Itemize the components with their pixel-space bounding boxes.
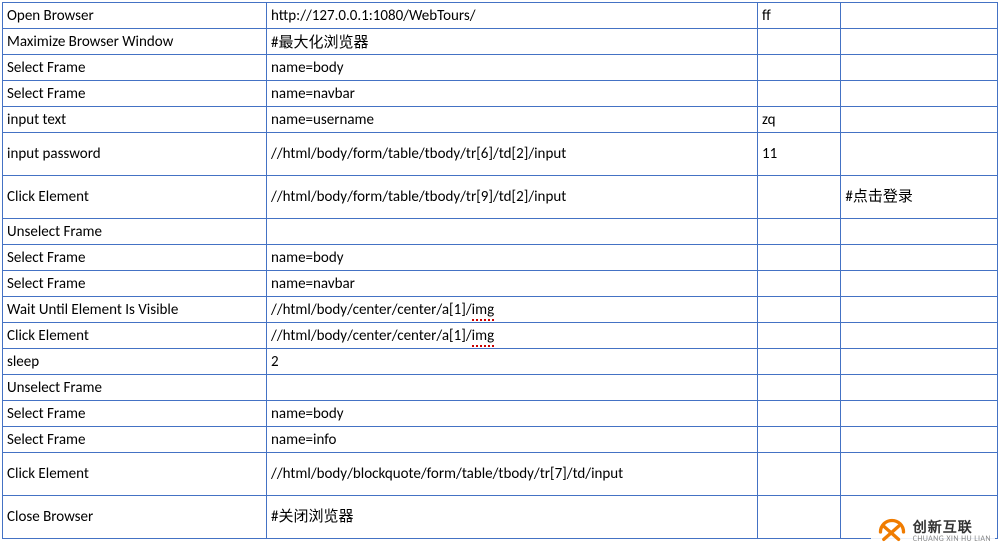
cell-col3 — [758, 349, 841, 375]
cell-col1: Open Browser — [3, 3, 267, 29]
table-row: Click Element//html/body/blockquote/form… — [3, 453, 998, 496]
cell-col4 — [841, 3, 998, 29]
table-row: Close Browser#关闭浏览器 — [3, 496, 998, 539]
cell-col1: Click Element — [3, 176, 267, 219]
cell-col2: //html/body/form/table/tbody/tr[9]/td[2]… — [267, 176, 758, 219]
cell-col1: Select Frame — [3, 81, 267, 107]
spellcheck-underline: img — [472, 327, 495, 347]
cell-col2: 2 — [267, 349, 758, 375]
cell-col3 — [758, 496, 841, 539]
cell-col3 — [758, 271, 841, 297]
watermark-logo: 创新互联 CHUANG XIN HU LIAN — [871, 516, 995, 548]
cell-col2: //html/body/center/center/a[1]/img — [267, 323, 758, 349]
cell-col2: //html/body/form/table/tbody/tr[6]/td[2]… — [267, 133, 758, 176]
cell-col4 — [841, 271, 998, 297]
cell-col2: name=info — [267, 427, 758, 453]
cell-col3 — [758, 81, 841, 107]
cell-col1: input password — [3, 133, 267, 176]
cell-col4 — [841, 219, 998, 245]
cell-col2: name=navbar — [267, 271, 758, 297]
cell-col3: zq — [758, 107, 841, 133]
cell-col1: Select Frame — [3, 401, 267, 427]
table-row: Click Element//html/body/center/center/a… — [3, 323, 998, 349]
cell-col3: ff — [758, 3, 841, 29]
table-row: Select Framename=info — [3, 427, 998, 453]
cell-col4 — [841, 375, 998, 401]
table-row: sleep2 — [3, 349, 998, 375]
table-row: Select Framename=body — [3, 401, 998, 427]
cell-col2: name=body — [267, 55, 758, 81]
cell-col2: #关闭浏览器 — [267, 496, 758, 539]
cell-col1: input text — [3, 107, 267, 133]
cell-col4 — [841, 55, 998, 81]
cell-col1: Close Browser — [3, 496, 267, 539]
cell-col3 — [758, 219, 841, 245]
cell-col2: #最大化浏览器 — [267, 29, 758, 55]
table-row: Select Framename=body — [3, 55, 998, 81]
cell-col4 — [841, 427, 998, 453]
cell-col2 — [267, 219, 758, 245]
cell-col3 — [758, 427, 841, 453]
cell-col1: Wait Until Element Is Visible — [3, 297, 267, 323]
table-row: input password//html/body/form/table/tbo… — [3, 133, 998, 176]
table-row: Select Framename=body — [3, 245, 998, 271]
cell-col2: name=username — [267, 107, 758, 133]
cell-col2 — [267, 375, 758, 401]
cell-col4 — [841, 349, 998, 375]
cell-col2: //html/body/center/center/a[1]/img — [267, 297, 758, 323]
table-row: Click Element//html/body/form/table/tbod… — [3, 176, 998, 219]
cell-col4 — [841, 245, 998, 271]
cell-col1: Click Element — [3, 323, 267, 349]
cell-col4 — [841, 453, 998, 496]
table-row: Select Framename=navbar — [3, 81, 998, 107]
cell-col3 — [758, 297, 841, 323]
table-row: Wait Until Element Is Visible//html/body… — [3, 297, 998, 323]
table-row: input textname=usernamezq — [3, 107, 998, 133]
cell-col2: name=navbar — [267, 81, 758, 107]
cell-col1: Unselect Frame — [3, 375, 267, 401]
cell-col1: Select Frame — [3, 245, 267, 271]
cell-col4 — [841, 107, 998, 133]
cell-col4 — [841, 133, 998, 176]
table-row: Open Browserhttp://127.0.0.1:1080/WebTou… — [3, 3, 998, 29]
cell-col1: sleep — [3, 349, 267, 375]
cell-col2: http://127.0.0.1:1080/WebTours/ — [267, 3, 758, 29]
cell-col2: //html/body/blockquote/form/table/tbody/… — [267, 453, 758, 496]
logo-text-en: CHUANG XIN HU LIAN — [913, 535, 991, 543]
cell-col1: Maximize Browser Window — [3, 29, 267, 55]
cell-col1: Click Element — [3, 453, 267, 496]
logo-icon — [875, 518, 909, 546]
table-row: Unselect Frame — [3, 219, 998, 245]
cell-col3 — [758, 245, 841, 271]
cell-col3 — [758, 55, 841, 81]
cell-col1: Unselect Frame — [3, 219, 267, 245]
table-row: Select Framename=navbar — [3, 271, 998, 297]
cell-col3 — [758, 453, 841, 496]
spellcheck-underline: img — [472, 301, 495, 321]
logo-text-cn: 创新互联 — [913, 521, 991, 535]
cell-col1: Select Frame — [3, 55, 267, 81]
cell-col3 — [758, 29, 841, 55]
table-row: Maximize Browser Window#最大化浏览器 — [3, 29, 998, 55]
cell-col2: name=body — [267, 245, 758, 271]
cell-col3 — [758, 323, 841, 349]
table-row: Unselect Frame — [3, 375, 998, 401]
cell-col4 — [841, 323, 998, 349]
cell-col3: 11 — [758, 133, 841, 176]
cell-col4 — [841, 29, 998, 55]
cell-col4 — [841, 81, 998, 107]
cell-col3 — [758, 375, 841, 401]
cell-col3 — [758, 401, 841, 427]
cell-col4 — [841, 401, 998, 427]
cell-col3 — [758, 176, 841, 219]
cell-col2: name=body — [267, 401, 758, 427]
cell-col4 — [841, 297, 998, 323]
cell-col1: Select Frame — [3, 427, 267, 453]
cell-col1: Select Frame — [3, 271, 267, 297]
script-table: Open Browserhttp://127.0.0.1:1080/WebTou… — [2, 2, 998, 539]
cell-col4: #点击登录 — [841, 176, 998, 219]
